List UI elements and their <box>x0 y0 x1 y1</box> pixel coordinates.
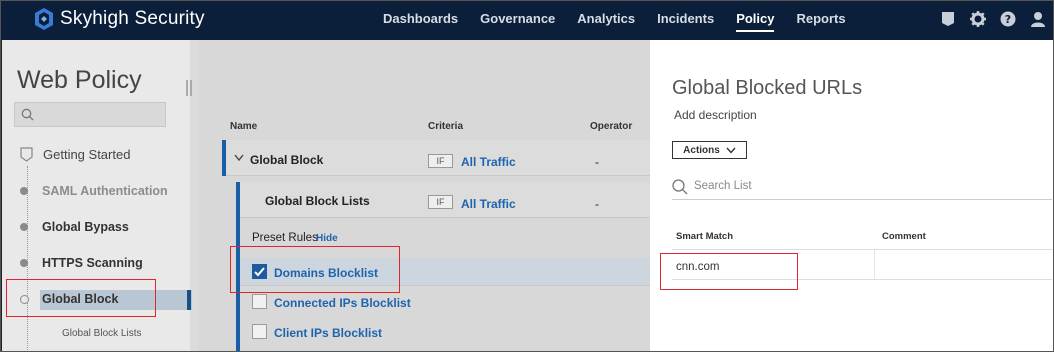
column-header-smart-match[interactable]: Smart Match <box>676 231 733 242</box>
sidebar-item-global-block-lists[interactable]: Global Block Lists <box>62 328 141 339</box>
rule-checkbox-client-ips-blocklist[interactable] <box>252 324 267 339</box>
column-header-name[interactable]: Name <box>230 121 257 132</box>
logo[interactable]: Skyhigh Security <box>34 7 205 31</box>
sidebar-search-input[interactable] <box>14 102 166 127</box>
nav-dashboards[interactable]: Dashboards <box>372 0 469 40</box>
search-icon <box>21 108 34 121</box>
tree-node-icon <box>20 223 28 231</box>
tree-node-icon <box>20 259 28 267</box>
chevron-down-icon <box>726 147 736 154</box>
sidebar-active-indicator <box>187 290 191 310</box>
list-search-input[interactable]: Search List <box>672 178 1052 200</box>
notification-icon[interactable] <box>938 9 958 29</box>
criteria-link[interactable]: All Traffic <box>461 197 516 211</box>
if-tag: IF <box>428 154 453 168</box>
row-name: Global Block Lists <box>265 194 370 208</box>
sidebar-item-label: Global Bypass <box>42 220 129 234</box>
sidebar-item-global-bypass[interactable]: Global Bypass <box>20 220 129 234</box>
search-icon <box>672 179 688 195</box>
sidebar-item-getting-started[interactable]: Getting Started <box>20 147 130 162</box>
operator-value: - <box>595 155 599 169</box>
nav-governance[interactable]: Governance <box>469 0 566 40</box>
main-nav: Dashboards Governance Analytics Incident… <box>372 0 857 40</box>
resize-handle[interactable] <box>186 80 192 96</box>
svg-text:?: ? <box>1005 13 1011 26</box>
sidebar-item-label: SAML Authentication <box>42 184 168 198</box>
sidebar-item-saml-authentication[interactable]: SAML Authentication <box>20 184 168 198</box>
divider <box>672 249 1052 250</box>
column-header-comment[interactable]: Comment <box>882 231 926 242</box>
sidebar-item-label: HTTPS Scanning <box>42 256 143 270</box>
page-title: Web Policy <box>17 66 142 94</box>
column-divider <box>874 250 875 280</box>
annotation-highlight-box <box>6 279 156 317</box>
row-accent-bar <box>222 140 226 176</box>
add-description-link[interactable]: Add description <box>674 108 757 122</box>
top-nav-bar: Skyhigh Security Dashboards Governance A… <box>0 0 1054 40</box>
rule-label[interactable]: Connected IPs Blocklist <box>274 296 411 310</box>
gear-icon[interactable] <box>968 9 988 29</box>
operator-value: - <box>595 197 599 211</box>
row-name: Global Block <box>250 153 324 167</box>
sidebar-item-https-scanning[interactable]: HTTPS Scanning <box>20 256 143 270</box>
app-name: Skyhigh Security <box>60 8 205 29</box>
annotation-highlight-box <box>230 246 400 293</box>
column-header-criteria[interactable]: Criteria <box>428 121 463 132</box>
rule-label[interactable]: Client IPs Blocklist <box>274 326 382 340</box>
chevron-down-icon[interactable] <box>234 154 244 162</box>
rule-checkbox-connected-ips-blocklist[interactable] <box>252 294 267 309</box>
top-icons: ? <box>938 9 1048 29</box>
help-icon[interactable]: ? <box>998 9 1018 29</box>
search-placeholder: Search List <box>694 180 752 192</box>
hide-toggle-link[interactable]: Hide <box>316 233 338 244</box>
annotation-highlight-box <box>660 253 798 290</box>
sidebar-item-label: Global Block Lists <box>62 328 142 339</box>
shield-icon <box>20 147 33 162</box>
detail-title: Global Blocked URLs <box>672 77 863 99</box>
sidebar-item-label: Getting Started <box>43 147 131 162</box>
if-tag: IF <box>428 195 453 209</box>
actions-dropdown-button[interactable]: Actions <box>672 141 747 159</box>
preset-rules-label: Preset Rules <box>252 232 318 244</box>
tree-node-icon <box>20 187 28 195</box>
actions-label: Actions <box>683 144 720 156</box>
skyhigh-logo-icon <box>35 8 53 30</box>
user-icon[interactable] <box>1028 9 1048 29</box>
nav-reports[interactable]: Reports <box>785 0 856 40</box>
nav-policy[interactable]: Policy <box>725 0 785 40</box>
column-header-operator[interactable]: Operator <box>590 121 632 132</box>
nav-analytics[interactable]: Analytics <box>566 0 646 40</box>
criteria-link[interactable]: All Traffic <box>461 155 516 169</box>
nav-incidents[interactable]: Incidents <box>646 0 725 40</box>
